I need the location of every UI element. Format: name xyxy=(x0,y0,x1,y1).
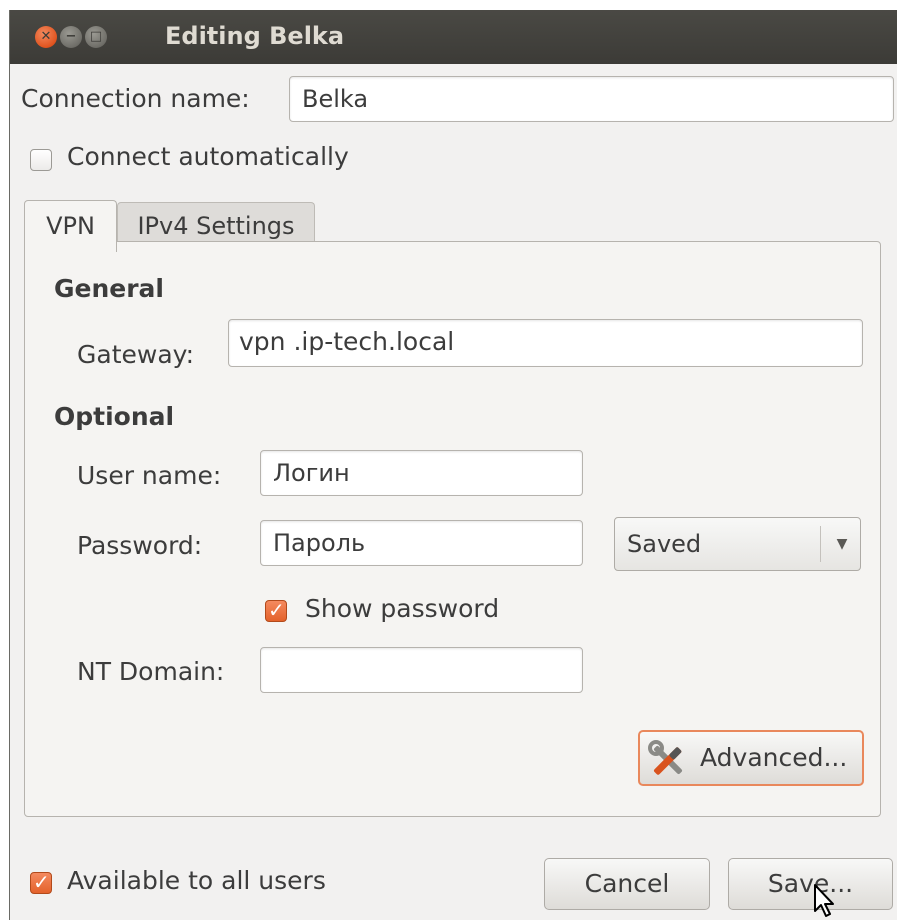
password-label: Password: xyxy=(77,531,203,560)
optional-section-heading: Optional xyxy=(54,402,175,431)
password-input[interactable]: Пароль xyxy=(260,520,583,566)
connect-automatically-label: Connect automatically xyxy=(67,142,349,171)
gateway-label: Gateway: xyxy=(77,340,195,369)
checkmark-icon: ✓ xyxy=(33,870,50,894)
available-to-all-users-label: Available to all users xyxy=(67,866,326,895)
advanced-button[interactable]: Advanced... xyxy=(638,730,864,786)
save-button[interactable]: Save... xyxy=(728,858,893,910)
combo-separator xyxy=(820,526,821,562)
show-password-label: Show password xyxy=(305,594,500,623)
advanced-button-label: Advanced... xyxy=(700,743,848,772)
connection-name-label: Connection name: xyxy=(21,84,250,113)
checkmark-icon: ✓ xyxy=(268,598,285,622)
nt-domain-input[interactable] xyxy=(260,647,583,693)
tools-icon xyxy=(648,740,683,775)
maximize-icon: □ xyxy=(89,29,103,44)
gateway-input[interactable]: vpn .ip-tech.local xyxy=(228,319,863,367)
nt-domain-label: NT Domain: xyxy=(77,657,225,686)
chevron-down-icon: ▼ xyxy=(836,536,848,552)
close-icon: ✕ xyxy=(40,29,52,44)
password-storage-select[interactable]: Saved ▼ xyxy=(614,517,861,571)
mouse-pointer-icon xyxy=(814,884,834,917)
maximize-button[interactable]: □ xyxy=(85,26,107,48)
available-to-all-users-checkbox[interactable]: ✓ xyxy=(30,870,52,894)
general-section-heading: General xyxy=(54,274,164,303)
username-input[interactable]: Логин xyxy=(260,450,583,496)
minimize-icon: − xyxy=(65,29,77,44)
connection-name-input[interactable]: Belka xyxy=(289,76,894,122)
tab-vpn[interactable]: VPN xyxy=(24,200,117,252)
cancel-button[interactable]: Cancel xyxy=(544,858,710,910)
title-bar: ✕ − □ Editing Belka xyxy=(10,10,897,64)
dialog-window: ✕ − □ Editing Belka Connection name: Bel… xyxy=(9,10,897,920)
connect-automatically-checkbox[interactable] xyxy=(30,149,52,171)
close-button[interactable]: ✕ xyxy=(35,26,57,48)
minimize-button[interactable]: − xyxy=(60,26,82,48)
show-password-checkbox[interactable]: ✓ xyxy=(265,598,287,622)
password-storage-value: Saved xyxy=(627,530,702,558)
username-label: User name: xyxy=(77,461,222,490)
window-title: Editing Belka xyxy=(165,22,345,50)
